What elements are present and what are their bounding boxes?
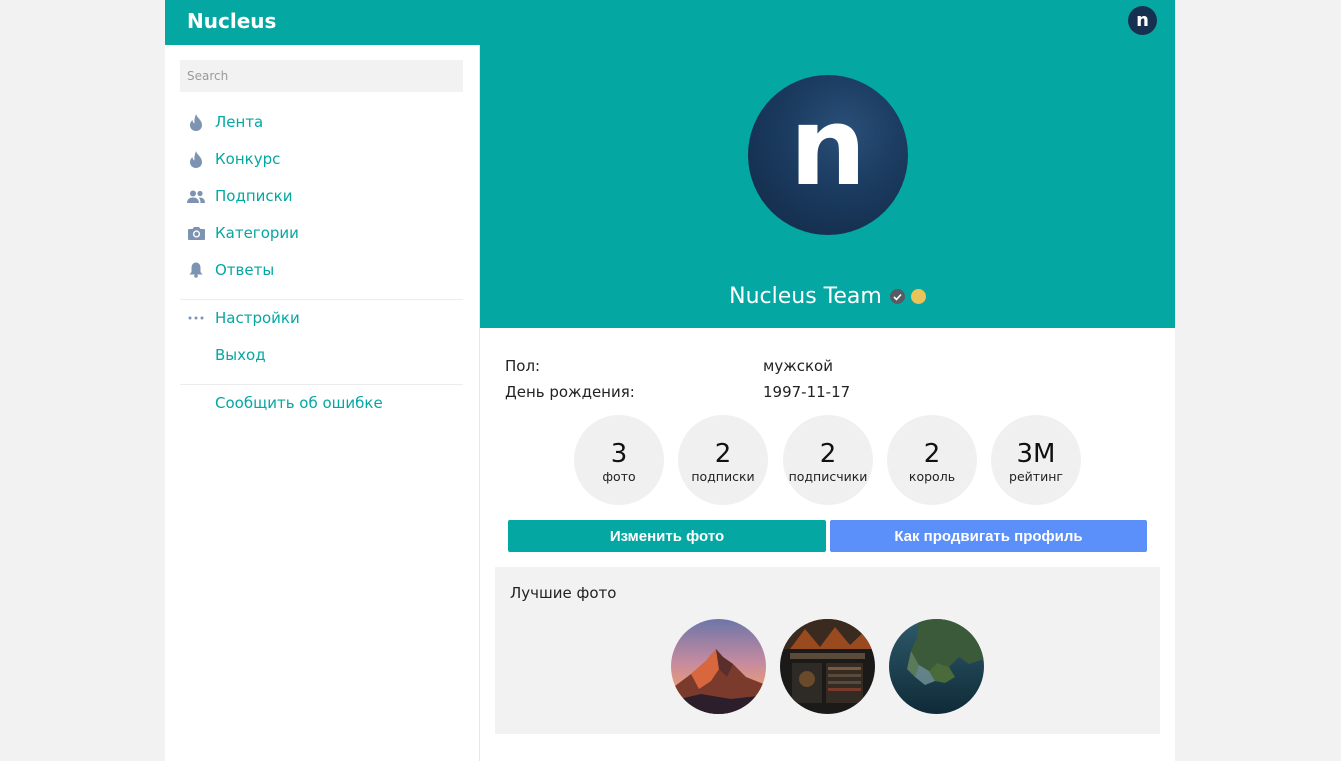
top-bar: Nucleus n [165,0,1175,45]
status-dot-icon [910,289,926,304]
sidebar: Лента Конкурс Подписки Категории Ответы [165,45,480,761]
sidebar-item-label: Категории [215,224,299,242]
profile-name-row: Nucleus Team [480,284,1175,309]
search-input[interactable] [180,60,463,92]
fire-icon [187,113,205,131]
sidebar-item-label: Ответы [215,261,275,279]
sidebar-item-contest[interactable]: Конкурс [187,147,280,171]
sidebar-item-label: Выход [215,346,266,364]
stat-value: 3 [610,438,628,469]
sidebar-item-label: Лента [215,113,264,131]
gender-value: мужской [763,357,833,375]
stat-photos[interactable]: 3 фото [574,415,664,505]
sidebar-item-answers[interactable]: Ответы [187,258,274,282]
brand-logo[interactable]: Nucleus [187,9,276,33]
bell-icon [187,261,205,279]
camera-icon [187,224,205,242]
photo-thumbnail-island[interactable] [889,619,984,714]
verified-check-icon [889,289,905,304]
photo-thumbnail-game-ui[interactable] [780,619,875,714]
stat-value: 3M [1016,438,1056,469]
stat-rating[interactable]: 3M рейтинг [991,415,1081,505]
gender-label: Пол: [505,357,541,375]
stat-label: фото [602,468,636,484]
stat-value: 2 [714,438,732,469]
avatar-letter: n [789,85,867,210]
best-photos-title: Лучшие фото [510,584,617,602]
sidebar-item-subscriptions[interactable]: Подписки [187,184,292,208]
stat-label: подписки [691,468,755,484]
stat-label: подписчики [788,468,868,484]
sidebar-item-label: Настройки [215,309,300,327]
island-aerial-image [889,619,984,714]
profile-avatar[interactable]: n [748,75,908,235]
birthday-label: День рождения: [505,383,635,401]
stat-value: 2 [923,438,941,469]
sidebar-item-feed[interactable]: Лента [187,110,263,134]
app: Nucleus n Лента Конкурс Подписки [165,0,1175,761]
birthday-value: 1997-11-17 [763,383,851,401]
sidebar-item-logout[interactable]: Выход [187,343,266,367]
best-photos-panel: Лучшие фото [495,567,1160,734]
game-screenshot-image [780,619,875,714]
stat-value: 2 [819,438,837,469]
sidebar-item-settings[interactable]: Настройки [187,306,300,330]
sidebar-item-label: Конкурс [215,150,281,168]
stat-label: рейтинг [1009,468,1063,484]
sidebar-item-report-bug[interactable]: Сообщить об ошибке [187,391,383,415]
divider [180,299,463,300]
divider [180,384,463,385]
stat-king[interactable]: 2 король [887,415,977,505]
fire-icon [187,150,205,168]
stat-subscriptions[interactable]: 2 подписки [678,415,768,505]
change-photo-button[interactable]: Изменить фото [508,520,826,552]
sidebar-item-label: Подписки [215,187,293,205]
profile-name: Nucleus Team [729,284,882,309]
mountain-sunset-image [671,619,766,714]
sidebar-item-categories[interactable]: Категории [187,221,299,245]
profile-cover: n Nucleus Team [480,45,1175,328]
people-icon [187,187,205,205]
sidebar-item-label: Сообщить об ошибке [215,394,383,412]
more-dots-icon [187,309,205,327]
stat-subscribers[interactable]: 2 подписчики [783,415,873,505]
photo-thumbnail-mountain[interactable] [671,619,766,714]
user-avatar[interactable]: n [1128,6,1157,35]
stat-label: король [908,468,956,484]
promote-profile-button[interactable]: Как продвигать профиль [830,520,1147,552]
